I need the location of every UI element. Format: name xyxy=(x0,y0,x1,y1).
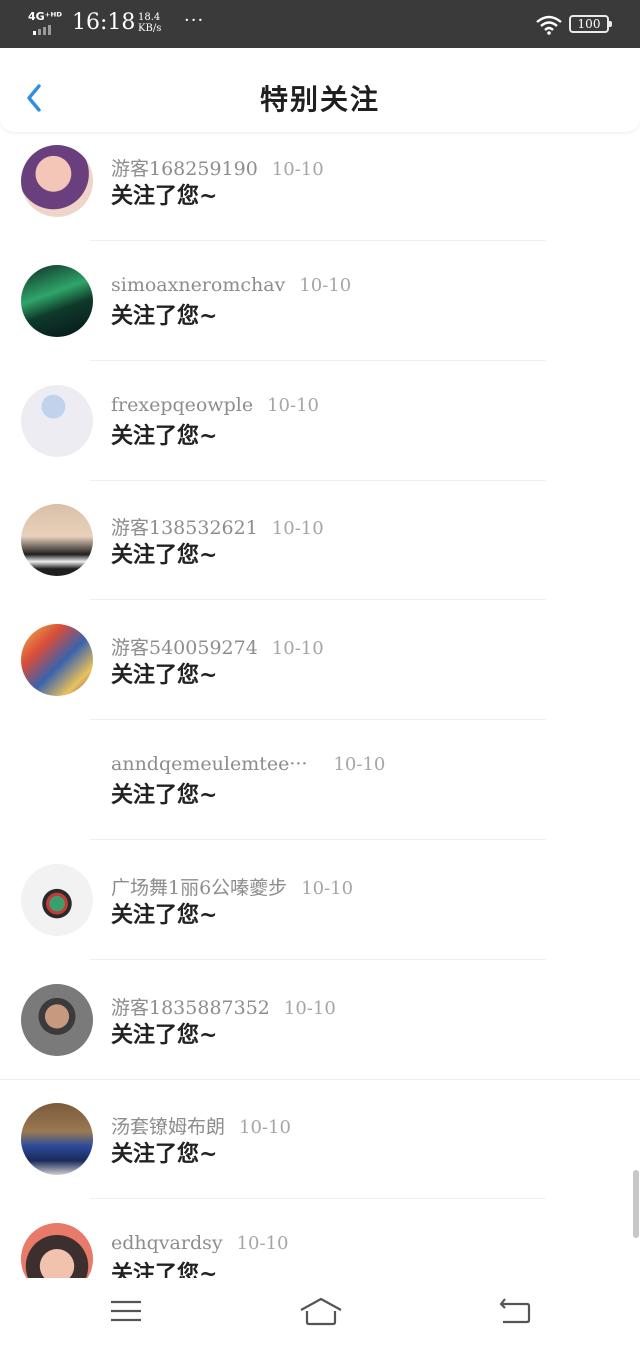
date: 10-10 xyxy=(239,1117,291,1139)
username[interactable]: anndqemeulemtee··· 10-10 xyxy=(111,753,385,775)
avatar[interactable] xyxy=(21,983,93,1056)
list-item[interactable]: simoaxneromchav 10-10 关注了您~ xyxy=(0,260,640,380)
username[interactable]: simoaxneromchav 10-10 xyxy=(111,274,351,296)
date: 10-10 xyxy=(301,877,354,899)
avatar[interactable] xyxy=(21,504,93,577)
divider xyxy=(0,1078,640,1080)
list-item[interactable]: 游客540059274 10-10 关注了您~ xyxy=(0,619,640,739)
username[interactable]: 游客138532621 10-10 xyxy=(111,513,324,540)
username-text: frexepqeowple xyxy=(111,393,254,416)
list-item[interactable]: frexepqeowple 10-10 关注了您~ xyxy=(0,380,640,500)
notification-list: 游客168259190 10-10 关注了您~ simoaxneromchav 10… xyxy=(0,140,640,1338)
message: 关注了您~ xyxy=(111,662,218,689)
message: 关注了您~ xyxy=(111,901,218,928)
divider xyxy=(90,240,546,241)
username[interactable]: 广场舞1丽6公嗪夔步 10-10 xyxy=(111,873,353,900)
status-time: 16:18 xyxy=(72,10,136,35)
network-speed: 18.4 KB/s xyxy=(138,12,161,34)
list-item[interactable]: 汤套镣姆布朗 10-10 关注了您~ xyxy=(0,1098,640,1218)
message: 关注了您~ xyxy=(111,542,218,569)
date: 10-10 xyxy=(283,997,336,1019)
avatar[interactable] xyxy=(21,264,93,337)
divider xyxy=(90,958,546,960)
menu-button[interactable] xyxy=(107,1296,147,1326)
username[interactable]: 游客540059274 10-10 xyxy=(111,633,324,660)
divider xyxy=(90,719,546,721)
list-item[interactable]: 游客168259190 10-10 关注了您~ xyxy=(0,140,640,260)
scrollbar-thumb[interactable] xyxy=(633,1170,639,1238)
list-item[interactable]: 广场舞1丽6公嗪夔步 10-10 关注了您~ xyxy=(0,859,640,979)
message: 关注了您~ xyxy=(111,1141,218,1168)
back-arrow-icon xyxy=(499,1298,531,1324)
list-item[interactable]: 游客1835887352 10-10 关注了您~ xyxy=(0,979,640,1099)
avatar[interactable] xyxy=(21,863,93,936)
list-item[interactable]: anndqemeulemtee··· 10-10 关注了您~ xyxy=(0,739,640,859)
date: 10-10 xyxy=(271,159,324,180)
divider xyxy=(90,1198,546,1200)
network-indicator: 4G⁺ᴴᴰ xyxy=(28,10,63,23)
avatar[interactable] xyxy=(21,145,93,217)
wifi-icon xyxy=(536,15,562,35)
username-text: 游客540059274 xyxy=(111,637,258,660)
message: 关注了您~ xyxy=(111,781,218,808)
header: 特别关注 xyxy=(0,48,640,132)
username-text: 游客1835887352 xyxy=(111,996,270,1019)
username[interactable]: 汤套镣姆布朗 10-10 xyxy=(111,1112,291,1139)
date: 10-10 xyxy=(299,274,352,296)
username-text: anndqemeulemtee··· xyxy=(111,752,308,775)
network-speed-value: 18.4 xyxy=(138,12,161,23)
username-text: simoaxneromchav xyxy=(111,273,286,296)
username-text: 游客138532621 xyxy=(111,517,258,540)
divider xyxy=(90,599,546,601)
message: 关注了您~ xyxy=(111,302,218,329)
page-title: 特别关注 xyxy=(259,83,380,116)
more-notifications-icon: ··· xyxy=(184,10,205,31)
date: 10-10 xyxy=(236,1233,289,1255)
date: 10-10 xyxy=(271,638,324,660)
avatar[interactable] xyxy=(21,1103,93,1176)
menu-icon xyxy=(111,1300,141,1322)
battery-level: 100 xyxy=(577,17,601,31)
home-button[interactable] xyxy=(298,1296,344,1326)
username[interactable]: 游客168259190 10-10 xyxy=(111,154,324,181)
divider xyxy=(90,359,546,361)
username[interactable]: edhqvardsy 10-10 xyxy=(111,1232,289,1254)
username-text: 游客168259190 xyxy=(111,158,258,180)
avatar[interactable] xyxy=(21,624,93,697)
username-text: edhqvardsy xyxy=(111,1232,223,1255)
message: 关注了您~ xyxy=(111,422,218,449)
username[interactable]: 游客1835887352 10-10 xyxy=(111,993,336,1020)
message: 关注了您~ xyxy=(111,1021,218,1048)
list-item[interactable]: 游客138532621 10-10 关注了您~ xyxy=(0,499,640,619)
status-bar: 4G⁺ᴴᴰ 16:18 18.4 KB/s ··· 100 xyxy=(0,0,640,48)
divider xyxy=(90,479,546,481)
avatar[interactable] xyxy=(21,743,93,816)
divider xyxy=(90,838,546,840)
username-text: 汤套镣姆布朗 xyxy=(111,1116,226,1139)
home-icon xyxy=(300,1297,342,1326)
date: 10-10 xyxy=(271,518,324,540)
message: 关注了您~ xyxy=(111,183,218,209)
username-text: 广场舞1丽6公嗪夔步 xyxy=(111,876,288,899)
navigation-bar xyxy=(0,1278,640,1351)
username[interactable]: frexepqeowple 10-10 xyxy=(111,394,319,416)
date: 10-10 xyxy=(333,753,386,775)
battery-icon: 100 xyxy=(569,15,612,33)
back-nav-button[interactable] xyxy=(497,1296,537,1326)
date: 10-10 xyxy=(267,394,319,416)
network-speed-unit: KB/s xyxy=(138,23,162,34)
avatar[interactable] xyxy=(21,384,93,457)
signal-icon xyxy=(33,25,61,35)
